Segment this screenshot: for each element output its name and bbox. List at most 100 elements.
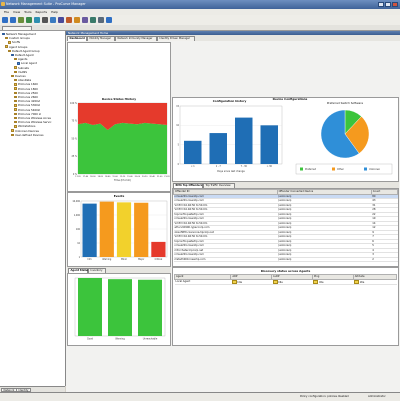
x-tick-label: 18:00 bbox=[90, 176, 96, 178]
x-tick-label: Unreachable bbox=[143, 338, 158, 341]
tab-dashboard[interactable]: Dashboard bbox=[67, 36, 87, 41]
x-tick-label: 18:20 bbox=[98, 176, 104, 178]
y-tick-label: 1 bbox=[79, 256, 81, 259]
folder-icon bbox=[14, 87, 17, 90]
folder-icon bbox=[14, 116, 17, 120]
table-cell: 2 bbox=[371, 257, 398, 263]
menu-file[interactable]: File bbox=[4, 10, 9, 14]
discover-icon[interactable] bbox=[34, 17, 40, 23]
table-cell: Idle bbox=[271, 279, 313, 285]
y-tick-label: 100 bbox=[76, 228, 81, 231]
x-tick-label: 7 - 30 bbox=[241, 165, 248, 168]
x-tick-label: < 1 bbox=[191, 165, 196, 168]
cell-text: Idle bbox=[318, 280, 324, 284]
offenders-table: Offender ID Offender Connected Device Coun… bbox=[173, 189, 399, 263]
close-button[interactable] bbox=[392, 1, 398, 7]
x-tick-label: Warning bbox=[115, 338, 125, 341]
x-tick-label: 20:20 bbox=[142, 176, 148, 178]
menu-tools[interactable]: Tools bbox=[24, 10, 31, 14]
tab-identity-driven-manager[interactable]: Identity Driven Manager bbox=[157, 36, 195, 41]
minimize-button[interactable] bbox=[378, 1, 384, 7]
table-cell: mstsdh000.rosenhp.com bbox=[173, 257, 278, 263]
folder-icon bbox=[11, 74, 14, 78]
bar bbox=[209, 133, 227, 164]
y-tick-label: 10 bbox=[77, 242, 80, 245]
bar-warning bbox=[99, 201, 114, 257]
x-tick-label: 21:20 bbox=[164, 176, 170, 178]
legend-label: Other bbox=[337, 168, 344, 171]
window-title-bar: Network Management Suite - ProCurve Mana… bbox=[0, 0, 400, 9]
cell-text: Idle bbox=[237, 280, 242, 284]
tree-item-label: User-defined Devices bbox=[15, 132, 44, 137]
x-tick-label: 19:40 bbox=[127, 176, 133, 178]
home-icon[interactable] bbox=[18, 17, 24, 23]
folder-icon bbox=[14, 95, 17, 99]
y-tick-label: 75 % bbox=[71, 120, 77, 123]
device-status-chart: 0 %25 %50 %75 %100 %17:20 17:40 18:00 18:20… bbox=[70, 102, 170, 182]
menu-view[interactable]: View bbox=[13, 10, 20, 14]
series-area-good bbox=[78, 122, 167, 174]
refresh-icon[interactable] bbox=[26, 17, 32, 23]
x-tick-label: 17:20 bbox=[75, 176, 81, 178]
y-tick-label: 10 bbox=[176, 124, 179, 127]
x-tick-label: Major bbox=[138, 258, 144, 261]
status-flag-icon bbox=[272, 279, 278, 284]
config-icon[interactable] bbox=[82, 17, 88, 23]
maximize-button[interactable] bbox=[385, 1, 391, 7]
x-tick-label: Good bbox=[87, 338, 94, 341]
y-tick-label: 5 bbox=[178, 143, 180, 146]
x-tick-label: 18:40 bbox=[105, 176, 111, 178]
server-icon[interactable] bbox=[98, 17, 104, 23]
discovery-table: Agent ARP LLDP Ping Altitude Local Agent Idle I… bbox=[173, 274, 398, 285]
folder-icon bbox=[8, 49, 11, 53]
table-cell: Local Agent bbox=[174, 279, 231, 285]
device-icon[interactable] bbox=[58, 17, 64, 23]
bar bbox=[184, 140, 202, 164]
policy-status: Policy configuration: policies disabled bbox=[300, 395, 349, 398]
preferred-software-chart: Preferred Other Unknown bbox=[295, 109, 393, 175]
nav-tab[interactable] bbox=[2, 25, 32, 30]
legend-label: Unknown bbox=[369, 168, 381, 171]
x-tick-label: > 30 bbox=[267, 165, 273, 168]
agent-status-chart: Good Warning Unreachable bbox=[74, 277, 166, 341]
search-icon[interactable] bbox=[42, 17, 48, 23]
window-title: Network Management Suite - ProCurve Mana… bbox=[6, 2, 86, 6]
cell-text: Idle bbox=[359, 280, 365, 284]
back-icon[interactable] bbox=[2, 17, 8, 23]
folder-icon bbox=[14, 66, 17, 69]
table-row[interactable]: mstsdh000.rosenhp.com (unknown) 2 bbox=[173, 257, 398, 263]
folder-icon bbox=[14, 120, 17, 124]
x-tick-label: 1 - 7 bbox=[216, 165, 222, 168]
tab-mobility-manager[interactable]: Mobility Manager bbox=[87, 36, 115, 41]
folder-icon bbox=[14, 57, 17, 61]
user-status: Administrator bbox=[368, 395, 386, 398]
folder-icon bbox=[5, 45, 8, 48]
network-icon[interactable] bbox=[50, 17, 56, 23]
menu-reports[interactable]: Reports bbox=[36, 10, 48, 14]
alert-icon[interactable] bbox=[74, 17, 80, 23]
forward-icon[interactable] bbox=[10, 17, 16, 23]
folder-icon bbox=[11, 133, 14, 137]
traffic-icon[interactable] bbox=[66, 17, 72, 23]
x-axis-label: Time (hh:mm) bbox=[114, 179, 131, 182]
y-tick-label: 10,000 bbox=[72, 200, 80, 203]
bar-critical bbox=[151, 241, 166, 257]
events-chart: 1 10 100 1,000 10,000 Info Warning Minor Major Cr… bbox=[72, 200, 168, 261]
bar bbox=[235, 117, 253, 164]
tab-network-immunity-manager[interactable]: Network Immunity Manager bbox=[115, 36, 157, 41]
y-tick-label: 25 % bbox=[71, 155, 77, 158]
help-icon[interactable] bbox=[106, 17, 112, 23]
folder-icon bbox=[14, 99, 17, 103]
legend-swatch bbox=[364, 167, 367, 171]
x-tick-label: 20:40 bbox=[149, 176, 155, 178]
table-cell: (unknown) bbox=[277, 257, 372, 263]
x-tick-label: 19:00 bbox=[112, 176, 118, 178]
network-icon bbox=[2, 32, 5, 36]
menu-help[interactable]: Help bbox=[51, 10, 58, 14]
folder-icon bbox=[14, 70, 17, 74]
tree-item[interactable]: User-defined Devices bbox=[11, 133, 43, 137]
table-row[interactable]: Local Agent Idle Idle Idle Idle bbox=[174, 279, 397, 285]
table-cell: Idle bbox=[230, 279, 272, 285]
report-icon[interactable] bbox=[90, 17, 96, 23]
x-tick-label: Critical bbox=[155, 258, 163, 261]
